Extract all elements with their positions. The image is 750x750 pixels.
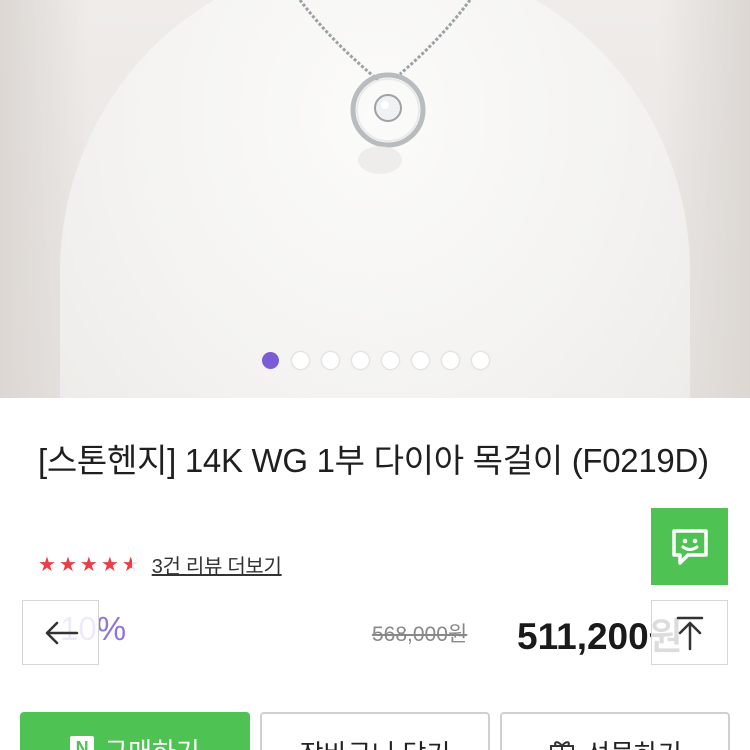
action-bar: N 구매하기 장바구니 담기 선물하기 (0, 712, 750, 750)
back-button[interactable] (22, 600, 99, 665)
product-title: [스톤헨지] 14K WG 1부 다이아 목걸이 (F0219D) (38, 442, 709, 479)
star-icon: ★ (100, 553, 119, 576)
gift-label: 선물하기 (586, 734, 682, 750)
star-icon: ★ (58, 553, 77, 576)
star-icon: ★ (79, 553, 98, 576)
scroll-top-button[interactable] (651, 600, 728, 665)
cart-label: 장바구니 담기 (300, 734, 451, 750)
rating-row: ★ ★ ★ ★ ★ 3건 리뷰 더보기 (38, 550, 282, 579)
add-to-cart-button[interactable]: 장바구니 담기 (260, 712, 490, 750)
carousel-dot[interactable] (351, 352, 369, 369)
half-star-icon: ★ (121, 553, 140, 576)
carousel-dot[interactable] (441, 352, 459, 369)
gift-button[interactable]: 선물하기 (500, 712, 730, 750)
carousel-dot[interactable] (261, 352, 279, 369)
chat-icon (671, 528, 708, 565)
arrow-up-icon (676, 616, 703, 650)
carousel-dot[interactable] (381, 352, 399, 369)
arrow-left-icon (45, 621, 78, 644)
carousel-dot[interactable] (321, 352, 339, 369)
carousel-dot[interactable] (291, 352, 309, 369)
original-price: 568,000원 (372, 623, 468, 646)
gift-icon (550, 741, 575, 750)
carousel-dot[interactable] (471, 352, 489, 369)
carousel-indicator (0, 352, 750, 370)
carousel-dot[interactable] (411, 352, 429, 369)
buy-button[interactable]: N 구매하기 (20, 712, 250, 750)
naver-n-icon: N (70, 736, 95, 750)
necklace-illustration (298, 0, 472, 174)
price-row: 10% 568,000원 511,200원 (0, 600, 750, 665)
star-icon: ★ (38, 553, 56, 576)
star-rating: ★ ★ ★ ★ ★ (38, 555, 140, 575)
chat-button[interactable] (651, 508, 728, 585)
product-image[interactable] (0, 0, 750, 398)
buy-label: 구매하기 (104, 732, 200, 750)
review-link[interactable]: 3건 리뷰 더보기 (152, 550, 282, 579)
